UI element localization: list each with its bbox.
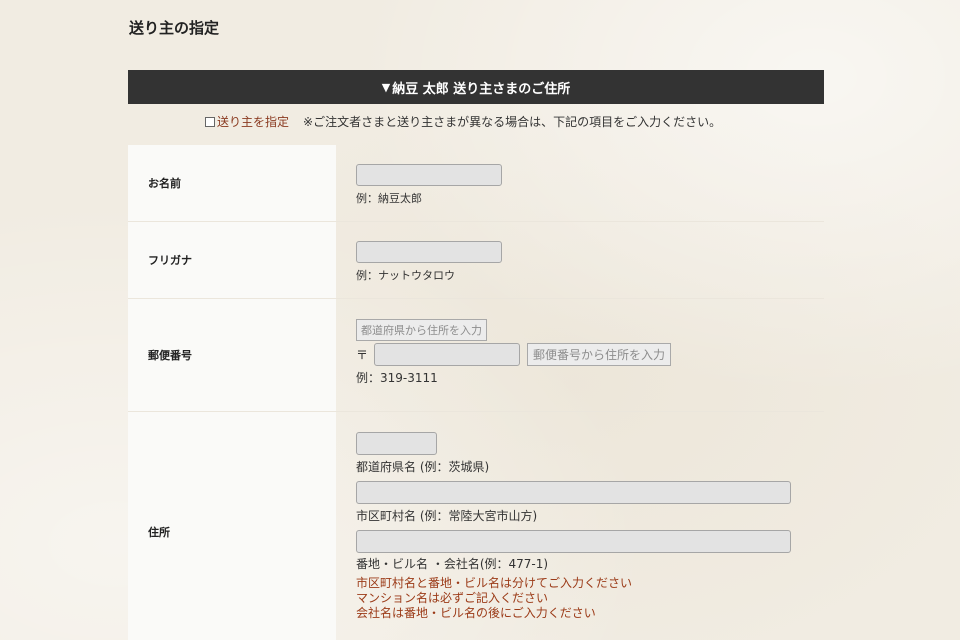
postal-field-cell: 都道府県から住所を入力 〒 郵便番号から住所を入力 例：319-3111 <box>336 299 824 411</box>
kana-example: 例：ナットウタロウ <box>356 269 455 282</box>
sender-notice: 送り主を指定 ※ご注文者さまと送り主さまが異なる場合は、下記の項目をご入力くださ… <box>205 113 721 130</box>
kana-input[interactable] <box>356 241 502 263</box>
address-notes: 市区町村名と番地・ビル名は分けてご入力ください マンション名は必ずご記入ください… <box>356 576 632 621</box>
kana-label: フリガナ <box>128 222 336 298</box>
postal-mark: 〒 <box>356 348 369 362</box>
sender-form: お名前 例：納豆太郎 フリガナ 例：ナットウタロウ 郵便番号 都道府県から住所を… <box>128 145 824 640</box>
row-kana: フリガナ 例：ナットウタロウ <box>128 222 824 299</box>
address-label: 住所 <box>128 412 336 640</box>
row-postal: 郵便番号 都道府県から住所を入力 〒 郵便番号から住所を入力 例：319-311… <box>128 299 824 412</box>
notice-message: ※ご注文者さまと送り主さまが異なる場合は、下記の項目をご入力ください。 <box>303 115 722 129</box>
prefecture-input[interactable] <box>356 432 437 455</box>
name-label: お名前 <box>128 145 336 221</box>
triangle-down-icon: ▼ <box>381 80 391 94</box>
postal-lookup-button[interactable]: 郵便番号から住所を入力 <box>527 343 672 366</box>
row-name: お名前 例：納豆太郎 <box>128 145 824 222</box>
city-hint: 市区町村名 (例：常陸大宮市山方) <box>356 509 538 523</box>
postal-example: 例：319-3111 <box>356 371 438 385</box>
specify-sender-label[interactable]: 送り主を指定 <box>217 113 289 130</box>
address-note: 市区町村名と番地・ビル名は分けてご入力ください <box>356 576 633 590</box>
address-note: 会社名は番地・ビル名の後にご入力ください <box>356 606 596 620</box>
page-title: 送り主の指定 <box>129 19 220 37</box>
name-example: 例：納豆太郎 <box>356 192 422 205</box>
specify-sender-checkbox[interactable]: 送り主を指定 <box>205 113 289 130</box>
row-address: 住所 都道府県名 (例：茨城県) 市区町村名 (例：常陸大宮市山方) 番地・ビル… <box>128 412 824 640</box>
city-input[interactable] <box>356 481 791 504</box>
name-field-cell: 例：納豆太郎 <box>336 145 824 221</box>
address-note: マンション名は必ずご記入ください <box>356 591 549 605</box>
name-input[interactable] <box>356 164 502 186</box>
address-field-cell: 都道府県名 (例：茨城県) 市区町村名 (例：常陸大宮市山方) 番地・ビル名 ・… <box>336 412 824 640</box>
street-hint: 番地・ビル名 ・会社名(例：477-1) <box>356 557 549 571</box>
postal-input[interactable] <box>374 343 520 366</box>
section-bar: ▼ 納豆 太郎 送り主さまのご住所 <box>128 70 824 104</box>
postal-label: 郵便番号 <box>128 299 336 411</box>
prefecture-hint: 都道府県名 (例：茨城県) <box>356 460 490 474</box>
kana-field-cell: 例：ナットウタロウ <box>336 222 824 298</box>
pref-input-button[interactable]: 都道府県から住所を入力 <box>356 319 487 341</box>
section-bar-title: 納豆 太郎 送り主さまのご住所 <box>392 81 571 97</box>
street-input[interactable] <box>356 530 791 553</box>
checkbox-box[interactable] <box>205 116 215 127</box>
